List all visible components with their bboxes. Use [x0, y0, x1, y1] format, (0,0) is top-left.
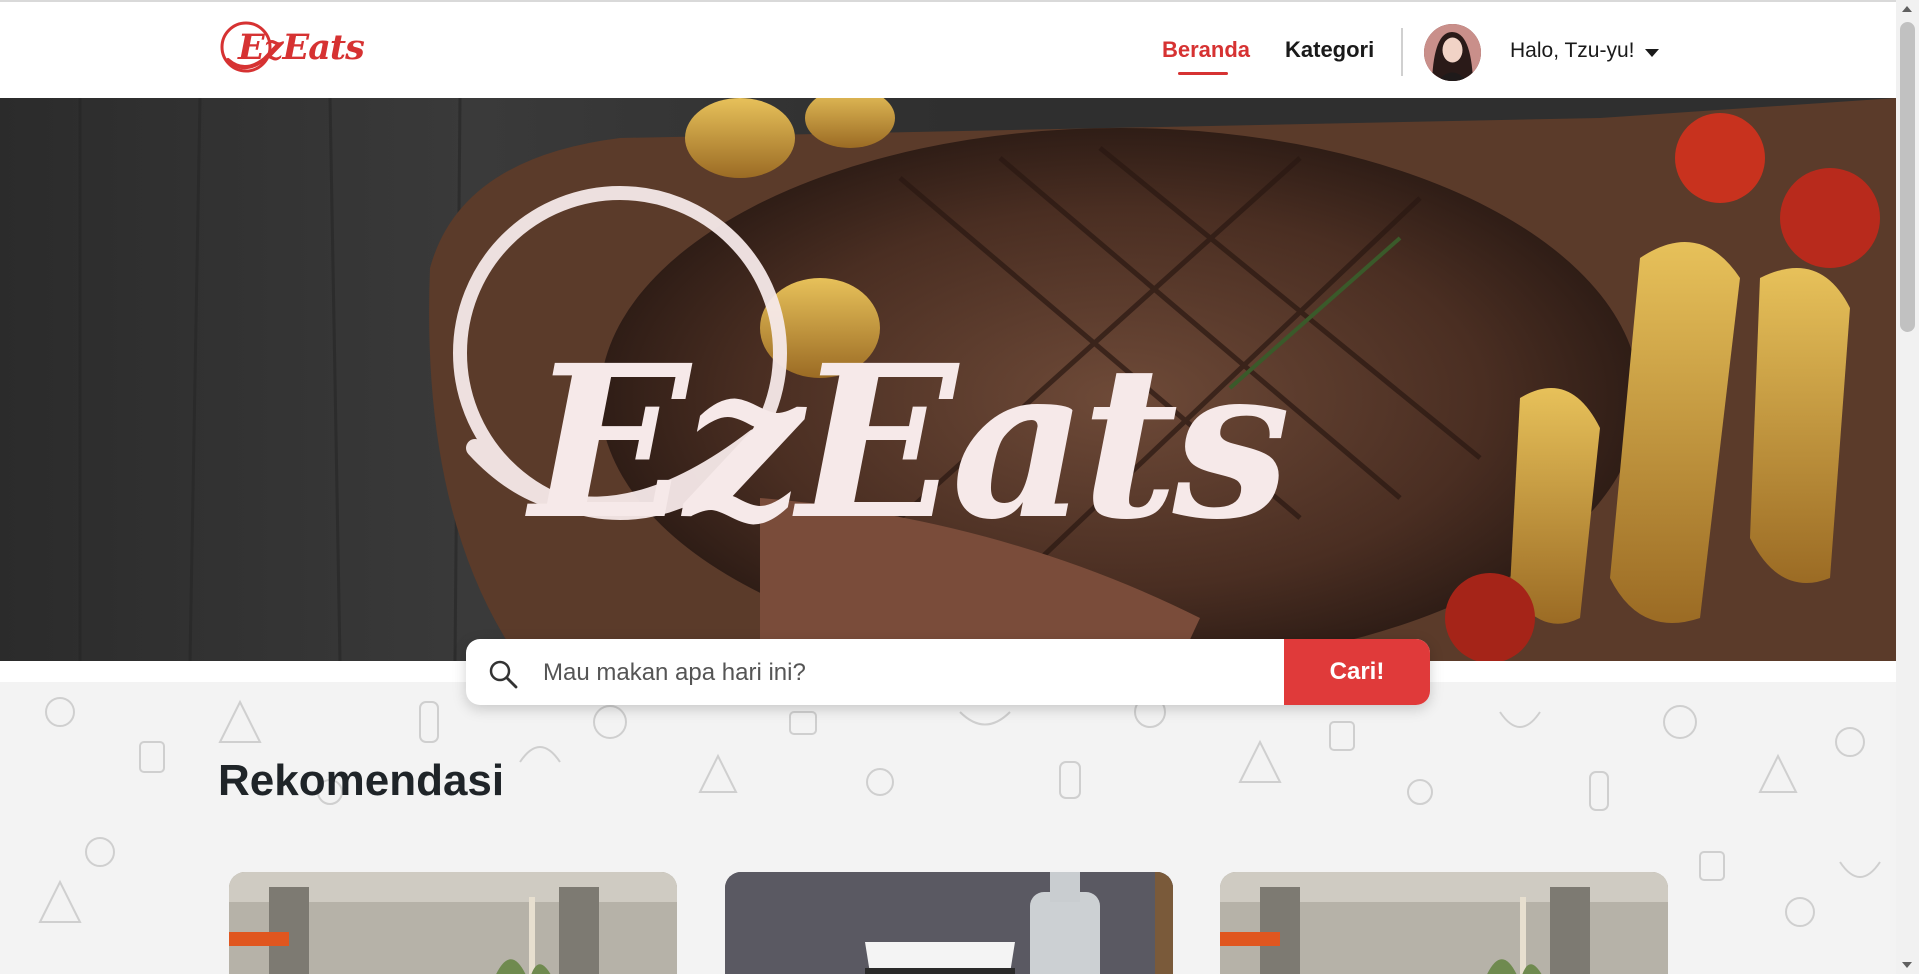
nav-link-kategori[interactable]: Kategori: [1285, 37, 1374, 63]
scroll-down-arrow-icon[interactable]: [1902, 962, 1912, 968]
search-input[interactable]: [541, 648, 1245, 698]
avatar-photo-icon: [1424, 24, 1481, 81]
search-button[interactable]: Cari!: [1284, 639, 1430, 705]
brand-logo-text: EzEats: [238, 27, 365, 68]
user-avatar[interactable]: [1424, 24, 1481, 81]
navbar: EzEats Beranda Kategori Halo, Tzu-yu!: [0, 2, 1896, 98]
section-title: Rekomendasi: [218, 756, 505, 805]
page-scrollbar[interactable]: [1896, 0, 1919, 974]
search-bar: Cari!: [466, 639, 1430, 705]
recommendation-card[interactable]: [725, 872, 1173, 974]
card-image-restaurant: [1220, 872, 1668, 974]
scroll-up-arrow-icon[interactable]: [1902, 6, 1912, 12]
hero-logo-text: EzEats: [530, 319, 1291, 566]
recommendation-card[interactable]: [229, 872, 677, 974]
active-nav-indicator: [1178, 72, 1228, 75]
recommendation-card[interactable]: [1220, 872, 1668, 974]
nav-divider: [1401, 28, 1403, 76]
recommendations-section: Rekomendasi: [0, 682, 1896, 974]
caret-down-icon[interactable]: [1645, 49, 1659, 57]
card-image-restaurant: [229, 872, 677, 974]
brand-logo[interactable]: EzEats: [216, 16, 376, 78]
user-menu-toggle[interactable]: Halo, Tzu-yu!: [1510, 39, 1635, 63]
card-image-drink: [725, 872, 1173, 974]
hero-banner: EzEats: [0, 98, 1896, 661]
search-icon: [489, 660, 518, 689]
scrollbar-thumb[interactable]: [1900, 22, 1915, 332]
nav-link-beranda[interactable]: Beranda: [1162, 37, 1250, 63]
